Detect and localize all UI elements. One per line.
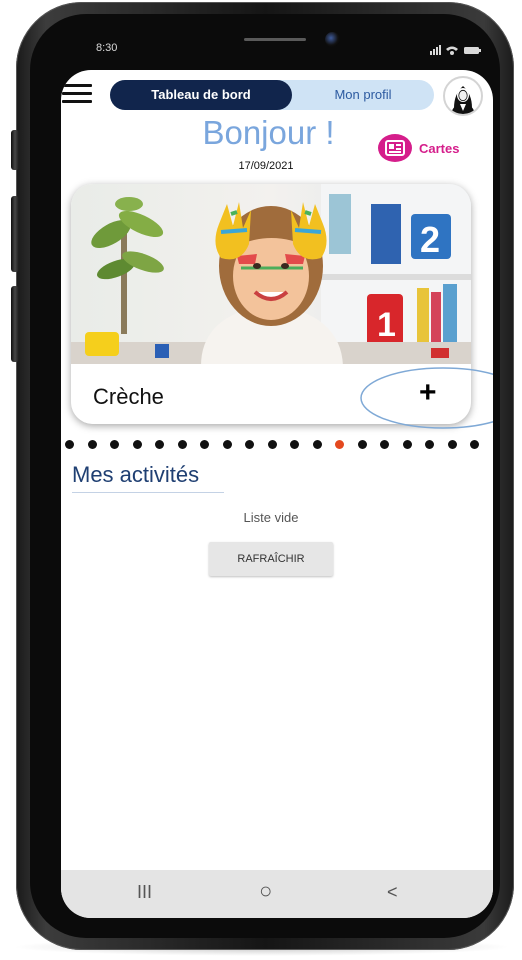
mute-switch	[11, 130, 19, 170]
tab-tableau-de-bord[interactable]: Tableau de bord	[110, 80, 292, 110]
pagination-dot[interactable]	[470, 440, 479, 449]
highlight-ellipse	[360, 367, 493, 429]
pagination-dot[interactable]	[312, 440, 322, 449]
cartes-button[interactable]: Cartes	[378, 134, 488, 164]
recents-nav-button[interactable]: III	[137, 882, 152, 903]
pagination-dot[interactable]	[155, 440, 164, 449]
pagination-dot[interactable]	[402, 440, 412, 449]
signal-icon	[430, 45, 481, 55]
pagination-dot[interactable]	[447, 440, 457, 449]
pagination-dot-active[interactable]	[335, 440, 344, 449]
earpiece-speaker	[244, 38, 306, 41]
user-avatar-icon[interactable]	[443, 76, 483, 116]
pagination-dot[interactable]	[200, 440, 209, 449]
pagination-dot[interactable]	[87, 440, 97, 449]
greeting-title: Bonjour !	[202, 114, 335, 151]
system-nav-bar: III ○ <	[61, 870, 493, 918]
status-icons	[430, 43, 486, 55]
pagination-dot[interactable]	[380, 440, 389, 449]
empty-list-text: Liste vide	[243, 510, 299, 525]
home-nav-button[interactable]: ○	[259, 878, 272, 904]
volume-up-button	[11, 196, 19, 272]
pagination-dot[interactable]	[267, 440, 277, 449]
cartes-label: Cartes	[419, 141, 460, 156]
pagination-dot[interactable]	[290, 440, 299, 449]
tab-switcher: Tableau de bord Mon profil	[110, 80, 434, 110]
volume-down-button	[11, 286, 19, 362]
pagination-dot[interactable]	[65, 440, 74, 449]
section-underline	[72, 492, 224, 493]
pagination-dot[interactable]	[177, 440, 187, 449]
tab-mon-profil[interactable]: Mon profil	[292, 80, 434, 110]
greeting-date: 17/09/2021	[238, 160, 294, 172]
pagination-dot[interactable]	[245, 440, 254, 449]
pagination-dot[interactable]	[357, 440, 367, 449]
pagination-dot[interactable]	[425, 440, 434, 449]
card-title: Crèche	[93, 384, 164, 409]
back-nav-button[interactable]: <	[387, 882, 398, 903]
pagination-dot[interactable]	[132, 440, 142, 449]
svg-text:1: 1	[377, 306, 396, 344]
child-painted-hands-photo: 2 1	[71, 184, 471, 366]
pagination-dot[interactable]	[222, 440, 232, 449]
pagination-dot[interactable]	[110, 440, 119, 449]
front-camera	[325, 32, 340, 47]
carousel-pagination	[65, 440, 485, 450]
app-screen: Tableau de bord Mon profil Bonjour ! 17/…	[61, 70, 493, 918]
hamburger-menu-icon[interactable]	[62, 84, 94, 104]
section-title-activites: Mes activités	[72, 462, 200, 487]
svg-text:2: 2	[420, 219, 440, 260]
id-card-icon	[378, 134, 412, 162]
status-time: 8:30	[96, 42, 118, 54]
refresh-button[interactable]: RAFRAÎCHIR	[209, 542, 333, 576]
